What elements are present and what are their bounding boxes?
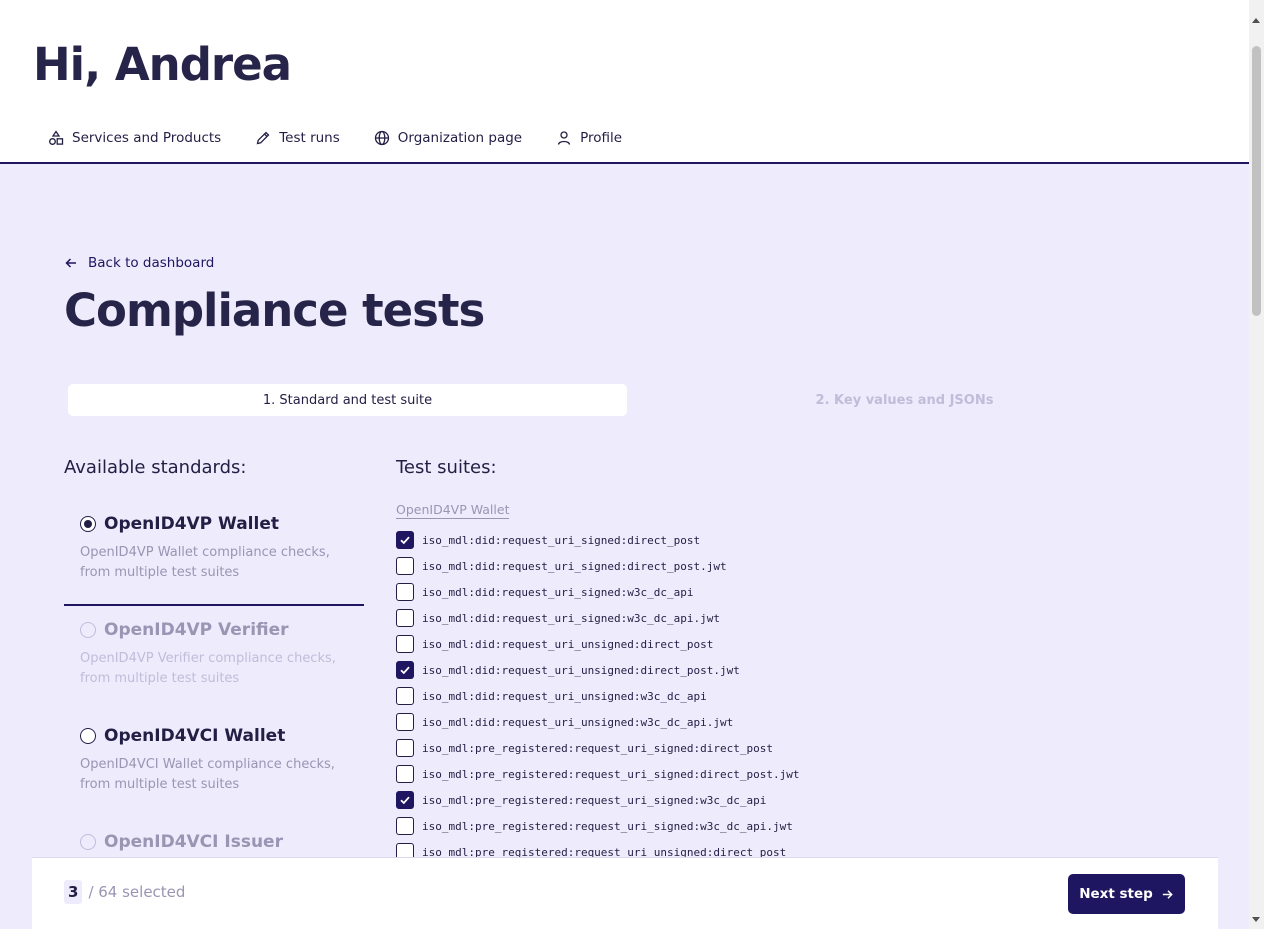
radio-button[interactable]	[80, 728, 96, 744]
test-suite-item[interactable]: iso_mdl:pre_registered:request_uri_unsig…	[396, 839, 1216, 857]
main-nav: Services and Products Test runs Organiza…	[40, 126, 648, 150]
check-icon	[400, 536, 410, 545]
pencil-icon	[256, 131, 270, 145]
standard-openid4vp-verifier: OpenID4VP Verifier OpenID4VP Verifier co…	[64, 606, 364, 712]
test-suite-name: iso_mdl:did:request_uri_unsigned:w3c_dc_…	[422, 689, 707, 703]
standard-description: OpenID4VCI Wallet compliance checks, fro…	[80, 757, 335, 792]
radio-button	[80, 622, 96, 638]
nav-services-and-products[interactable]: Services and Products	[40, 126, 229, 150]
checkbox[interactable]	[396, 609, 414, 627]
tab-key-values-and-jsons: 2. Key values and JSONs	[815, 392, 994, 408]
nav-label: Services and Products	[72, 130, 222, 146]
test-suite-item[interactable]: iso_mdl:did:request_uri_signed:direct_po…	[396, 553, 1216, 579]
next-step-label: Next step	[1079, 886, 1153, 902]
selection-counter: 3 / 64 selected	[64, 880, 185, 904]
page-scrollbar[interactable]	[1249, 0, 1264, 929]
test-suite-item[interactable]: iso_mdl:did:request_uri_signed:w3c_dc_ap…	[396, 579, 1216, 605]
selected-total: / 64 selected	[88, 883, 186, 901]
standard-openid4vci-wallet[interactable]: OpenID4VCI Wallet OpenID4VCI Wallet comp…	[64, 712, 364, 818]
selection-footer: 3 / 64 selected Next step	[32, 857, 1218, 929]
check-icon	[400, 796, 410, 805]
nav-test-runs[interactable]: Test runs	[247, 126, 348, 150]
test-suite-item[interactable]: iso_mdl:did:request_uri_unsigned:w3c_dc_…	[396, 709, 1216, 735]
checkbox[interactable]	[396, 765, 414, 783]
suites-heading: Test suites:	[396, 457, 497, 478]
test-suite-name: iso_mdl:did:request_uri_unsigned:w3c_dc_…	[422, 715, 734, 729]
page-title: Compliance tests	[64, 284, 485, 337]
test-suite-item[interactable]: iso_mdl:pre_registered:request_uri_signe…	[396, 787, 1216, 813]
standard-openid4vp-wallet[interactable]: OpenID4VP Wallet OpenID4VP Wallet compli…	[64, 500, 364, 606]
scroll-thumb[interactable]	[1252, 46, 1261, 316]
test-suite-name: iso_mdl:did:request_uri_unsigned:direct_…	[422, 663, 740, 677]
nav-label: Organization page	[397, 130, 523, 146]
test-suite-name: iso_mdl:did:request_uri_signed:direct_po…	[422, 559, 727, 573]
scroll-up-icon[interactable]	[1252, 18, 1260, 23]
check-icon	[400, 666, 410, 675]
test-suite-name: iso_mdl:pre_registered:request_uri_signe…	[422, 767, 800, 781]
radio-button	[80, 834, 96, 850]
back-to-dashboard-link[interactable]: Back to dashboard	[64, 255, 214, 271]
test-suite-name: iso_mdl:pre_registered:request_uri_unsig…	[422, 845, 787, 858]
nav-profile[interactable]: Profile	[548, 126, 630, 150]
standard-name: OpenID4VCI Wallet	[104, 726, 286, 746]
page-header: Hi, Andrea Services and Products Test ru…	[0, 0, 1249, 164]
standard-description: OpenID4VP Verifier compliance checks, fr…	[80, 651, 336, 686]
standard-name: OpenID4VCI Issuer	[104, 832, 283, 852]
checkbox[interactable]	[396, 791, 414, 809]
greeting-title: Hi, Andrea	[33, 38, 292, 91]
checkbox[interactable]	[396, 661, 414, 679]
back-label: Back to dashboard	[88, 255, 215, 271]
checkbox[interactable]	[396, 583, 414, 601]
standard-name: OpenID4VP Wallet	[104, 514, 279, 534]
checkbox[interactable]	[396, 687, 414, 705]
test-suite-item[interactable]: iso_mdl:did:request_uri_unsigned:direct_…	[396, 631, 1216, 657]
test-suite-list: iso_mdl:did:request_uri_signed:direct_po…	[396, 527, 1216, 857]
shapes-icon	[49, 130, 64, 145]
nav-label: Test runs	[279, 130, 340, 146]
checkbox[interactable]	[396, 843, 414, 857]
checkbox[interactable]	[396, 817, 414, 835]
tab-standard-and-test-suite[interactable]: 1. Standard and test suite	[68, 384, 627, 416]
test-suite-name: iso_mdl:did:request_uri_unsigned:direct_…	[422, 637, 714, 651]
scroll-down-icon[interactable]	[1252, 917, 1260, 922]
arrow-left-icon	[65, 258, 76, 268]
checkbox[interactable]	[396, 635, 414, 653]
nav-organization-page[interactable]: Organization page	[366, 126, 530, 150]
nav-label: Profile	[580, 130, 623, 146]
checkbox[interactable]	[396, 531, 414, 549]
checkbox[interactable]	[396, 557, 414, 575]
test-suite-name: iso_mdl:did:request_uri_signed:w3c_dc_ap…	[422, 585, 694, 599]
standard-description: OpenID4VP Wallet compliance checks, from…	[80, 545, 330, 580]
globe-icon	[374, 130, 389, 146]
suite-group-label: OpenID4VP Wallet	[396, 502, 510, 519]
standards-heading: Available standards:	[64, 457, 247, 478]
test-suite-name: iso_mdl:pre_registered:request_uri_signe…	[422, 819, 793, 833]
test-suite-name: iso_mdl:did:request_uri_signed:direct_po…	[422, 533, 701, 547]
test-suite-name: iso_mdl:pre_registered:request_uri_signe…	[422, 741, 773, 755]
test-suite-item[interactable]: iso_mdl:pre_registered:request_uri_signe…	[396, 735, 1216, 761]
test-suite-item[interactable]: iso_mdl:did:request_uri_signed:w3c_dc_ap…	[396, 605, 1216, 631]
checkbox[interactable]	[396, 739, 414, 757]
arrow-right-icon	[1162, 889, 1173, 899]
test-suite-item[interactable]: iso_mdl:did:request_uri_unsigned:direct_…	[396, 657, 1216, 683]
test-suite-item[interactable]: iso_mdl:pre_registered:request_uri_signe…	[396, 813, 1216, 839]
test-suite-name: iso_mdl:did:request_uri_signed:w3c_dc_ap…	[422, 611, 721, 625]
test-suite-item[interactable]: iso_mdl:pre_registered:request_uri_signe…	[396, 761, 1216, 787]
test-suite-item[interactable]: iso_mdl:did:request_uri_unsigned:w3c_dc_…	[396, 683, 1216, 709]
user-icon	[557, 131, 571, 145]
standard-name: OpenID4VP Verifier	[104, 620, 289, 640]
radio-button[interactable]	[80, 516, 96, 532]
test-suite-item[interactable]: iso_mdl:did:request_uri_signed:direct_po…	[396, 527, 1216, 553]
step-tabs: 1. Standard and test suite 2. Key values…	[64, 381, 1184, 419]
test-suite-name: iso_mdl:pre_registered:request_uri_signe…	[422, 793, 767, 807]
next-step-button[interactable]: Next step	[1068, 874, 1185, 914]
selected-count: 3	[64, 880, 83, 904]
checkbox[interactable]	[396, 713, 414, 731]
